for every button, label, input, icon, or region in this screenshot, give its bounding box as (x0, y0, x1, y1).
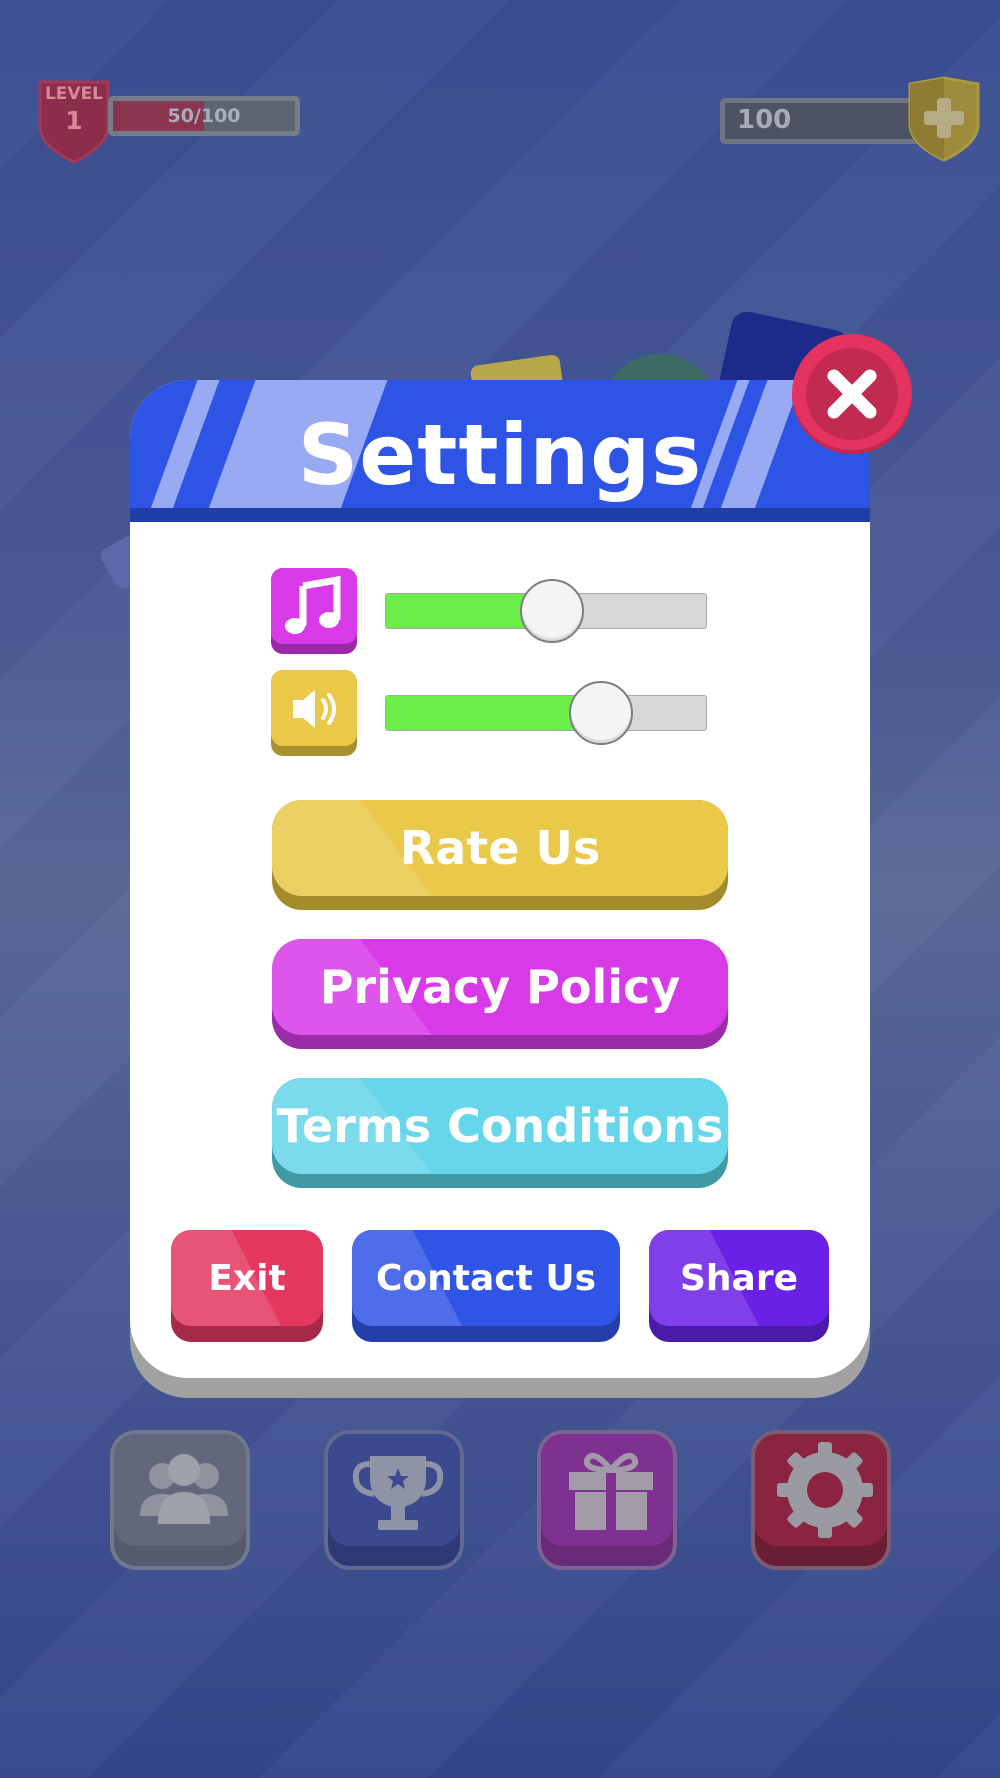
music-note-icon (285, 575, 341, 634)
contact-us-button[interactable]: Contact Us (352, 1230, 620, 1342)
privacy-policy-button[interactable]: Privacy Policy (272, 939, 728, 1049)
xp-progress-text: 50/100 (167, 105, 241, 127)
sound-toggle[interactable] (271, 670, 357, 756)
terms-conditions-button[interactable]: Terms Conditions (272, 1078, 728, 1188)
contact-us-label: Contact Us (375, 1257, 597, 1299)
add-coins-button[interactable] (906, 76, 982, 162)
close-icon (806, 348, 898, 440)
sound-volume-knob[interactable] (568, 681, 633, 745)
terms-conditions-label: Terms Conditions (276, 1099, 724, 1153)
exit-label: Exit (208, 1257, 286, 1299)
friends-icon (140, 1454, 228, 1524)
level-label: LEVEL (44, 84, 104, 104)
trophy-icon (352, 1456, 444, 1530)
music-toggle[interactable] (271, 568, 357, 654)
share-button[interactable]: Share (649, 1230, 829, 1342)
rate-us-button[interactable]: Rate Us (272, 800, 728, 910)
speaker-icon (293, 690, 336, 728)
gear-icon (777, 1442, 873, 1538)
settings-header: Settings (130, 380, 870, 522)
coin-count: 100 (737, 105, 792, 135)
nav-settings-button[interactable] (751, 1430, 891, 1570)
nav-gift-button[interactable] (537, 1430, 677, 1570)
settings-title: Settings (297, 406, 703, 504)
sound-volume-slider[interactable] (385, 695, 707, 731)
nav-friends-button[interactable] (110, 1430, 250, 1570)
header-band (130, 508, 870, 522)
privacy-policy-label: Privacy Policy (319, 960, 681, 1014)
plus-icon (908, 76, 980, 162)
level-badge: LEVEL 1 (36, 76, 112, 164)
rate-us-label: Rate Us (399, 821, 601, 875)
music-volume-knob[interactable] (520, 579, 585, 643)
xp-progress-bar: 50/100 (108, 96, 300, 136)
level-number: 1 (65, 106, 83, 135)
close-button[interactable] (792, 334, 912, 454)
exit-button[interactable]: Exit (171, 1230, 323, 1342)
share-label: Share (679, 1257, 799, 1299)
coin-counter: 100 (720, 98, 928, 144)
gift-icon (569, 1452, 653, 1530)
nav-trophy-button[interactable] (324, 1430, 464, 1570)
